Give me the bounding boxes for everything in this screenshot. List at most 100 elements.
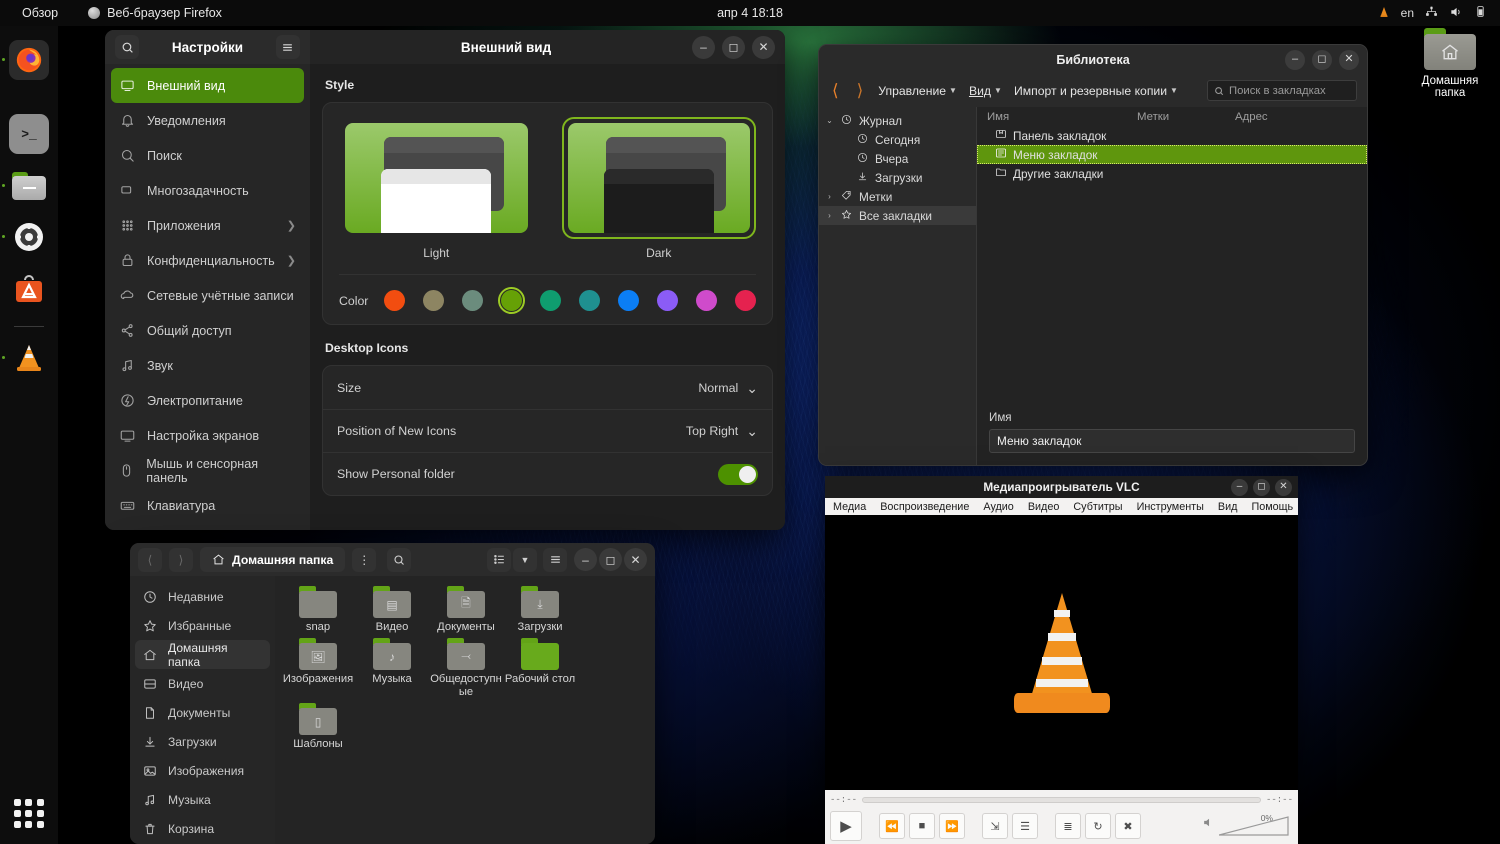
- sidebar-item-4[interactable]: Приложения❯: [111, 208, 304, 243]
- minimize-button[interactable]: –: [1285, 50, 1305, 70]
- library-tree-item-3[interactable]: Загрузки: [819, 168, 976, 187]
- files-sidebar-item-2[interactable]: Домашняя папка: [135, 640, 270, 669]
- close-button[interactable]: ✕: [752, 36, 775, 59]
- accent-swatch-5[interactable]: [576, 287, 603, 314]
- bookmark-name-input[interactable]: [989, 429, 1355, 453]
- sidebar-item-2[interactable]: Поиск: [111, 138, 304, 173]
- sidebar-item-12[interactable]: Клавиатура: [111, 488, 304, 523]
- app-menu-button[interactable]: Веб-браузер Firefox: [80, 4, 230, 22]
- battery-icon[interactable]: [1474, 5, 1487, 21]
- accent-swatch-9[interactable]: [732, 287, 759, 314]
- maximize-button[interactable]: ◻: [599, 548, 622, 571]
- library-tree-item-5[interactable]: ›Все закладки: [819, 206, 976, 225]
- column-header-tags[interactable]: Метки: [1127, 111, 1225, 123]
- keyboard-layout-indicator[interactable]: en: [1401, 6, 1414, 20]
- accent-swatch-0[interactable]: [381, 287, 408, 314]
- accent-swatch-1[interactable]: [420, 287, 447, 314]
- fullscreen-button[interactable]: ⇲: [982, 813, 1008, 839]
- theme-option-light[interactable]: Light: [339, 117, 534, 260]
- folder-item-1[interactable]: ▤Видео: [355, 586, 429, 634]
- search-icon[interactable]: [115, 35, 139, 59]
- show-applications-button[interactable]: [14, 798, 44, 828]
- files-sidebar-item-1[interactable]: Избранные: [135, 611, 270, 640]
- settings-row-0[interactable]: SizeNormal⌄: [323, 366, 772, 409]
- tree-twisty-icon[interactable]: ›: [825, 192, 834, 201]
- sidebar-item-7[interactable]: Общий доступ: [111, 313, 304, 348]
- play-button[interactable]: ▶: [830, 811, 862, 841]
- bookmark-search-input[interactable]: Поиск в закладках: [1207, 80, 1357, 101]
- minimize-button[interactable]: –: [574, 548, 597, 571]
- close-button[interactable]: ✕: [624, 548, 647, 571]
- dock-item-ubuntu-software[interactable]: [9, 269, 49, 309]
- dock-item-firefox[interactable]: [9, 40, 49, 80]
- files-sidebar-item-3[interactable]: Видео: [135, 669, 270, 698]
- back-button[interactable]: ⟨: [138, 548, 162, 572]
- hamburger-menu-icon[interactable]: [543, 548, 567, 572]
- equalizer-button[interactable]: ☰: [1012, 813, 1038, 839]
- settings-row-dropdown[interactable]: Normal⌄: [698, 381, 758, 395]
- previous-button[interactable]: ⏪: [879, 813, 905, 839]
- volume-icon[interactable]: [1202, 816, 1215, 834]
- view-list-icon[interactable]: [487, 548, 511, 572]
- vlc-menu-0[interactable]: Медиа: [833, 501, 866, 513]
- volume-icon[interactable]: [1449, 5, 1463, 22]
- maximize-button[interactable]: ◻: [1312, 50, 1332, 70]
- files-sidebar-item-4[interactable]: Документы: [135, 698, 270, 727]
- files-sidebar-item-0[interactable]: Недавние: [135, 582, 270, 611]
- folder-item-3[interactable]: ⤓Загрузки: [503, 586, 577, 634]
- sidebar-item-6[interactable]: Сетевые учётные записи: [111, 278, 304, 313]
- theme-option-dark[interactable]: Dark: [562, 117, 757, 260]
- settings-row-2[interactable]: Show Personal folder: [323, 452, 772, 495]
- more-options-icon[interactable]: ⋮: [352, 548, 376, 572]
- vlc-tray-icon[interactable]: [1378, 6, 1390, 21]
- files-sidebar-item-8[interactable]: Корзина: [135, 814, 270, 843]
- shuffle-button[interactable]: ✖: [1115, 813, 1141, 839]
- network-icon[interactable]: [1425, 5, 1438, 21]
- vlc-menu-2[interactable]: Аудио: [983, 501, 1013, 513]
- accent-swatch-6[interactable]: [615, 287, 642, 314]
- sidebar-item-0[interactable]: Внешний вид: [111, 68, 304, 103]
- sidebar-item-9[interactable]: Электропитание: [111, 383, 304, 418]
- vlc-menu-4[interactable]: Субтитры: [1073, 501, 1122, 513]
- folder-item-2[interactable]: 🗎Документы: [429, 586, 503, 634]
- files-sidebar-item-6[interactable]: Изображения: [135, 756, 270, 785]
- dock-item-vlc[interactable]: [9, 338, 49, 378]
- tree-twisty-icon[interactable]: ›: [825, 211, 834, 220]
- files-sidebar-item-7[interactable]: Музыка: [135, 785, 270, 814]
- sidebar-item-3[interactable]: Многозадачность: [111, 173, 304, 208]
- sidebar-item-10[interactable]: Настройка экранов: [111, 418, 304, 453]
- column-header-name[interactable]: Имя: [977, 111, 1127, 123]
- vlc-menu-1[interactable]: Воспроизведение: [880, 501, 969, 513]
- maximize-button[interactable]: ◻: [1253, 479, 1270, 496]
- seek-slider[interactable]: [862, 797, 1261, 803]
- accent-swatch-4[interactable]: [537, 287, 564, 314]
- sidebar-item-11[interactable]: Мышь и сенсорная панель: [111, 453, 304, 488]
- forward-button[interactable]: ⟩: [169, 548, 193, 572]
- accent-swatch-2[interactable]: [459, 287, 486, 314]
- stop-button[interactable]: ■: [909, 813, 935, 839]
- manage-menu-button[interactable]: Управление▼: [878, 84, 957, 98]
- import-menu-button[interactable]: Импорт и резервные копии▼: [1014, 84, 1178, 98]
- playlist-button[interactable]: ≣: [1055, 813, 1081, 839]
- vlc-video-area[interactable]: [825, 515, 1298, 790]
- library-tree-item-0[interactable]: ⌄Журнал: [819, 111, 976, 130]
- folder-item-7[interactable]: Рабочий стол: [503, 638, 577, 699]
- sidebar-item-8[interactable]: Звук: [111, 348, 304, 383]
- accent-swatch-3[interactable]: [498, 287, 525, 314]
- next-button[interactable]: ⏩: [939, 813, 965, 839]
- folder-item-0[interactable]: snap: [281, 586, 355, 634]
- dock-item-settings[interactable]: [9, 217, 49, 257]
- bookmark-row-0[interactable]: Панель закладок: [977, 126, 1367, 145]
- folder-item-5[interactable]: ♪Музыка: [355, 638, 429, 699]
- path-bar[interactable]: Домашняя папка: [200, 547, 345, 572]
- folder-item-4[interactable]: 🖼Изображения: [281, 638, 355, 699]
- bookmark-row-1[interactable]: Меню закладок: [977, 145, 1367, 164]
- settings-row-dropdown[interactable]: Top Right⌄: [686, 424, 758, 438]
- folder-item-8[interactable]: ▯Шаблоны: [281, 703, 355, 751]
- minimize-button[interactable]: –: [692, 36, 715, 59]
- vlc-menu-5[interactable]: Инструменты: [1137, 501, 1204, 513]
- hamburger-menu-icon[interactable]: [276, 35, 300, 59]
- volume-slider[interactable]: [1219, 816, 1289, 836]
- minimize-button[interactable]: –: [1231, 479, 1248, 496]
- forward-arrow-icon[interactable]: ⟩: [854, 82, 867, 99]
